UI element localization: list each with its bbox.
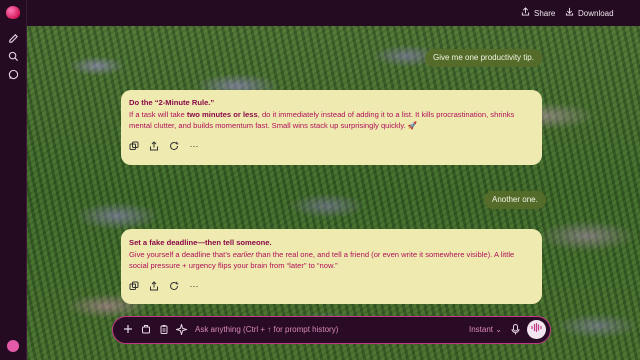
chevron-down-icon: ⌄ [495, 325, 502, 334]
sparkle-icon[interactable] [174, 322, 189, 337]
share-icon [521, 7, 530, 20]
avatar[interactable] [7, 340, 19, 352]
share-button[interactable]: Share [521, 7, 555, 20]
share-icon[interactable] [149, 280, 159, 291]
message-actions: ··· [129, 281, 534, 291]
search-icon[interactable] [7, 51, 19, 63]
regenerate-icon[interactable] [169, 281, 179, 291]
composer: Ask anything (Ctrl + ↑ for prompt histor… [112, 316, 551, 344]
mode-selector[interactable]: Instant ⌄ [469, 324, 502, 336]
more-icon[interactable]: ··· [189, 281, 199, 291]
download-label: Download [578, 9, 614, 18]
microphone-icon[interactable] [510, 324, 521, 335]
chat-area: Give me one productivity tip. Do the “2-… [27, 26, 640, 360]
more-icon[interactable]: ··· [189, 141, 199, 151]
attach-icon[interactable] [140, 324, 151, 335]
share-label: Share [534, 9, 556, 18]
chat-bubble-icon[interactable] [7, 69, 19, 81]
copy-icon[interactable] [129, 281, 139, 291]
add-icon[interactable] [122, 324, 133, 335]
download-icon [565, 7, 574, 20]
tip-title: Set a fake deadline—then tell someone. [129, 238, 272, 247]
user-message: Another one. [484, 191, 546, 209]
voice-mode-button[interactable] [527, 320, 546, 339]
top-bar: Share Download [27, 0, 640, 26]
clipboard-icon[interactable] [158, 324, 169, 335]
prompt-input[interactable]: Ask anything (Ctrl + ↑ for prompt histor… [195, 324, 338, 336]
tip-body: If a task will take two minutes or less,… [129, 109, 515, 131]
tip-body: Give yourself a deadline that’s earlier … [129, 249, 515, 271]
regenerate-icon[interactable] [169, 141, 179, 151]
assistant-message: Set a fake deadline—then tell someone. G… [121, 229, 542, 304]
copy-icon[interactable] [129, 141, 139, 151]
new-chat-icon[interactable] [7, 33, 19, 45]
assistant-message: Do the “2-Minute Rule.” If a task will t… [121, 90, 542, 165]
sidebar [0, 0, 27, 360]
tip-title: Do the “2-Minute Rule.” [129, 98, 215, 107]
share-icon[interactable] [149, 140, 159, 151]
user-message: Give me one productivity tip. [425, 49, 542, 67]
app-logo[interactable] [6, 6, 20, 19]
message-actions: ··· [129, 141, 534, 151]
download-button[interactable]: Download [565, 7, 614, 20]
